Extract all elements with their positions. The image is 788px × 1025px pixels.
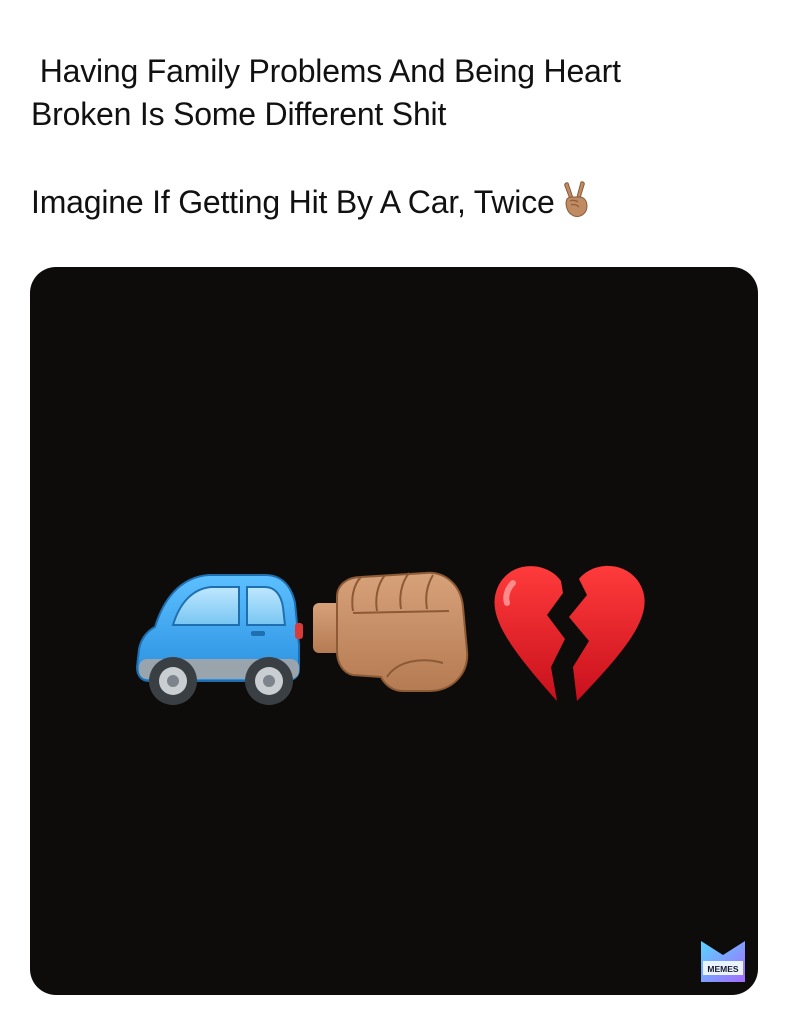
car-icon <box>135 574 303 705</box>
caption-line-2: Broken Is Some Different Shit <box>31 96 447 132</box>
emoji-sequence <box>133 559 653 709</box>
victory-hand-icon <box>563 181 588 217</box>
broken-heart-icon <box>494 565 645 701</box>
caption-line-3: Imagine If Getting Hit By A Car, Twice <box>31 179 731 224</box>
fist-icon <box>313 571 469 692</box>
caption-line-3-text: Imagine If Getting Hit By A Car, Twice <box>31 184 555 220</box>
caption-line-1: Having Family Problems And Being Heart <box>31 53 621 89</box>
memes-watermark-logo: MEMES <box>701 941 745 982</box>
meme-image: MEMES <box>30 267 758 995</box>
meme-caption: Having Family Problems And Being Heart B… <box>31 50 731 224</box>
memes-watermark-text: MEMES <box>707 964 739 974</box>
